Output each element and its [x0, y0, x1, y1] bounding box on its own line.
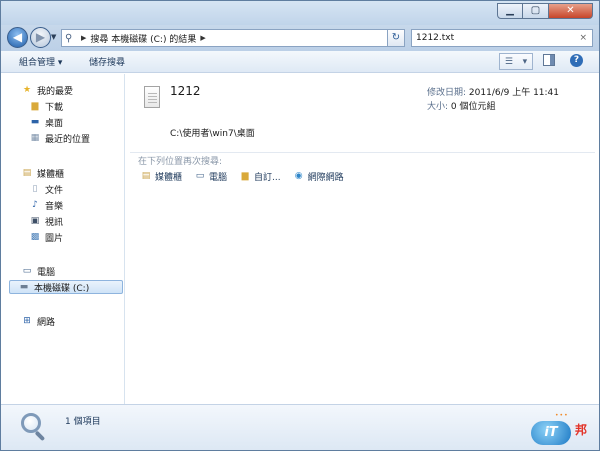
- minimize-button[interactable]: ▁: [497, 3, 523, 19]
- nav-libraries[interactable]: ▤ 媒體櫃: [21, 166, 64, 180]
- text-file-icon: [144, 86, 160, 108]
- search-results[interactable]: 1212 C:\使用者\win7\桌面 修改日期: 2011/6/9 上午 11…: [126, 74, 599, 404]
- address-bar[interactable]: ⚲ ▶ 搜尋 本機磁碟 (C:) 的結果 ▶ ▼: [61, 29, 401, 47]
- search-icon: ⚲: [65, 32, 73, 44]
- video-icon: ▣: [30, 215, 40, 226]
- caption-buttons: ▁ ▢ ✕: [497, 3, 593, 19]
- search-again-heading: 在下列位置再次搜尋:: [138, 157, 223, 167]
- search-again-computer[interactable]: ▭ 電腦: [194, 170, 227, 183]
- search-again-libraries[interactable]: ▤ 媒體櫃: [140, 170, 182, 183]
- search-input[interactable]: 1212.txt ×: [411, 29, 593, 47]
- nav-item-local-disk-c[interactable]: ▬ 本機磁碟 (C:): [9, 280, 123, 294]
- file-name[interactable]: 1212: [170, 84, 201, 98]
- file-path: C:\使用者\win7\桌面: [170, 129, 255, 139]
- network-icon: ⊞: [23, 315, 31, 326]
- computer-icon: ▭: [195, 171, 205, 181]
- chevron-down-icon[interactable]: ▾: [523, 57, 528, 67]
- size-value: 0 個位元組: [450, 102, 496, 112]
- logo-bang: 邦: [574, 423, 587, 437]
- nav-favorites[interactable]: ★ 我的最愛: [21, 83, 73, 97]
- explorer-window: ▁ ▢ ✕ ◀ ▶ ▼ ⚲ ▶ 搜尋 本機磁碟 (C:) 的結果 ▶ ▼ ↻ 1…: [0, 0, 600, 451]
- nav-item-documents[interactable]: ▯ 文件: [29, 182, 64, 196]
- downloads-folder-icon: ▆: [31, 100, 39, 111]
- nav-item-recent-places[interactable]: ▦ 最近的位置: [29, 131, 90, 145]
- size-label: 大小:: [427, 102, 449, 112]
- organize-button[interactable]: 組合管理 ▾: [19, 55, 62, 68]
- divider: [130, 152, 595, 153]
- file-metadata: 修改日期: 2011/6/9 上午 11:41 大小: 0 個位元組: [427, 86, 559, 114]
- chevron-right-icon[interactable]: ▶: [200, 34, 205, 42]
- view-icon: ☰: [504, 56, 513, 67]
- history-dropdown-icon[interactable]: ▼: [51, 33, 56, 41]
- close-button[interactable]: ✕: [549, 3, 593, 19]
- nav-item-pictures[interactable]: ▩ 圖片: [29, 230, 63, 244]
- chevron-right-icon[interactable]: ▶: [81, 34, 86, 42]
- item-count: 1 個項目: [65, 417, 101, 427]
- result-item[interactable]: 1212 C:\使用者\win7\桌面 修改日期: 2011/6/9 上午 11…: [138, 82, 593, 152]
- pictures-icon: ▩: [30, 231, 40, 242]
- internet-icon: ◉: [294, 171, 303, 181]
- search-again-locations: ▤ 媒體櫃 ▭ 電腦 ▆ 自訂... ◉ 網際網路: [140, 170, 356, 183]
- folder-icon: ▆: [241, 171, 249, 181]
- music-icon: ♪: [32, 199, 38, 210]
- refresh-button[interactable]: ↻: [387, 29, 405, 47]
- maximize-button[interactable]: ▢: [523, 3, 549, 19]
- search-input-value: 1212.txt: [416, 33, 455, 43]
- nav-network[interactable]: ⊞ 網路: [21, 314, 55, 328]
- desktop-icon: ▬: [30, 116, 40, 127]
- help-icon[interactable]: ?: [570, 54, 583, 67]
- details-pane: 1 個項目 ••• iT 邦: [1, 404, 599, 450]
- title-bar[interactable]: ▁ ▢ ✕: [1, 1, 599, 25]
- navigation-pane[interactable]: ★ 我的最愛 ▆ 下載 ▬ 桌面 ▦ 最近的位置 ▤ 媒體櫃 ▯ 文件 ♪ 音樂…: [1, 74, 125, 404]
- logo-it: iT: [531, 421, 571, 445]
- star-icon: ★: [22, 84, 32, 95]
- modified-label: 修改日期:: [427, 88, 467, 98]
- nav-item-desktop[interactable]: ▬ 桌面: [29, 115, 63, 129]
- command-bar: 組合管理 ▾ 儲存搜尋 ☰ ▾ ?: [1, 51, 599, 73]
- preview-pane-icon[interactable]: [543, 54, 555, 66]
- nav-item-music[interactable]: ♪ 音樂: [29, 198, 63, 212]
- save-search-button[interactable]: 儲存搜尋: [89, 55, 125, 68]
- search-again-internet[interactable]: ◉ 網際網路: [293, 170, 344, 183]
- documents-icon: ▯: [32, 183, 38, 194]
- address-row: ◀ ▶ ▼ ⚲ ▶ 搜尋 本機磁碟 (C:) 的結果 ▶ ▼ ↻ 1212.tx…: [1, 25, 599, 51]
- nav-item-downloads[interactable]: ▆ 下載: [29, 99, 63, 113]
- recent-places-icon: ▦: [30, 132, 40, 143]
- computer-icon: ▭: [22, 265, 32, 276]
- modified-value: 2011/6/9 上午 11:41: [468, 88, 560, 98]
- change-view-button[interactable]: ☰ ▾: [499, 53, 533, 70]
- library-icon: ▤: [22, 167, 32, 178]
- back-button[interactable]: ◀: [7, 27, 28, 48]
- forward-button[interactable]: ▶: [30, 27, 51, 48]
- breadcrumb[interactable]: 搜尋 本機磁碟 (C:) 的結果: [90, 32, 196, 45]
- nav-computer[interactable]: ▭ 電腦: [21, 264, 55, 278]
- library-icon: ▤: [141, 171, 151, 181]
- drive-icon: ▬: [19, 281, 29, 292]
- nav-item-videos[interactable]: ▣ 視訊: [29, 214, 63, 228]
- clear-search-icon[interactable]: ×: [579, 30, 587, 46]
- search-again-custom[interactable]: ▆ 自訂...: [239, 170, 281, 183]
- search-icon: [21, 413, 47, 442]
- ithome-logo: ••• iT 邦: [531, 412, 597, 447]
